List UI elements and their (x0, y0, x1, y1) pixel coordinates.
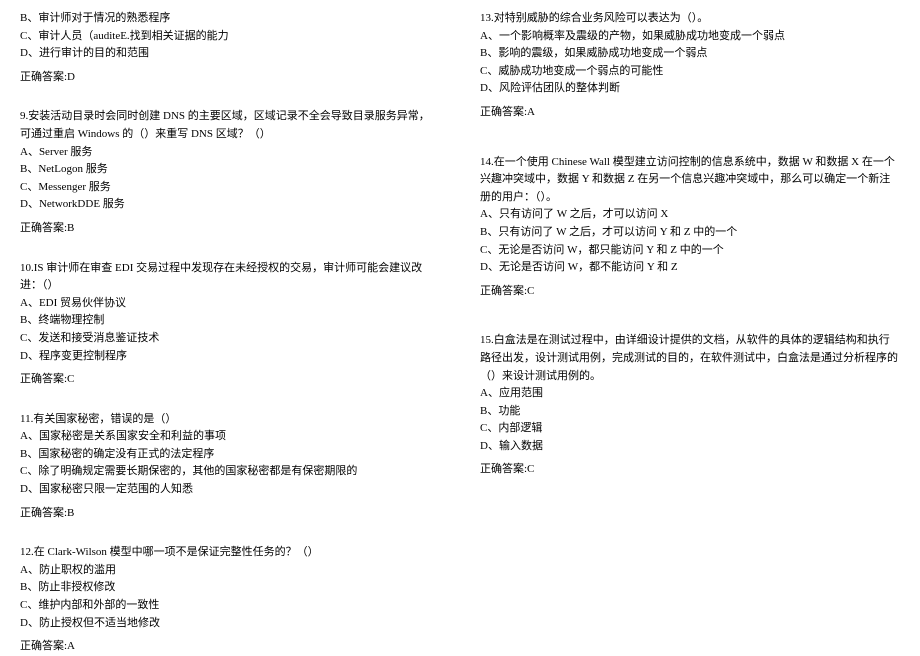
question-text: 12.在 Clark-Wilson 模型中哪一项不是保证完整性任务的？（） (20, 544, 440, 562)
question-text: 15.白盒法是在测试过程中，由详细设计提供的文档，从软件的具体的逻辑结构和执行路… (480, 332, 900, 385)
option-text: C、威胁成功地变成一个弱点的可能性 (480, 63, 900, 81)
answer-text: 正确答案:C (480, 461, 900, 479)
answer-text: 正确答案:B (20, 220, 440, 238)
option-text: A、Server 服务 (20, 144, 440, 162)
question-text: 11.有关国家秘密，错误的是（） (20, 411, 440, 429)
option-text: D、无论是否访问 W，都不能访问 Y 和 Z (480, 259, 900, 277)
option-text: A、一个影响概率及震级的产物，如果威胁成功地变成一个弱点 (480, 28, 900, 46)
option-text: B、防止非授权修改 (20, 579, 440, 597)
answer-text: 正确答案:A (20, 638, 440, 656)
option-text: D、风险评估团队的整体判断 (480, 80, 900, 98)
option-text: A、应用范围 (480, 385, 900, 403)
option-text: B、审计师对于情况的熟悉程序 (20, 10, 440, 28)
option-text: B、只有访问了 W 之后，才可以访问 Y 和 Z 中的一个 (480, 224, 900, 242)
question-text: 13.对特别威胁的综合业务风险可以表达为（）。 (480, 10, 900, 28)
left-column: B、审计师对于情况的熟悉程序 C、审计人员（auditeE.找到相关证据的能力 … (20, 10, 440, 641)
option-text: C、维护内部和外部的一致性 (20, 597, 440, 615)
option-text: D、进行审计的目的和范围 (20, 45, 440, 63)
right-column: 13.对特别威胁的综合业务风险可以表达为（）。 A、一个影响概率及震级的产物，如… (480, 10, 900, 641)
option-text: A、防止职权的滥用 (20, 562, 440, 580)
answer-text: 正确答案:C (480, 283, 900, 301)
option-text: C、内部逻辑 (480, 420, 900, 438)
option-text: B、功能 (480, 403, 900, 421)
answer-text: 正确答案:C (20, 371, 440, 389)
option-text: D、国家秘密只限一定范围的人知悉 (20, 481, 440, 499)
question-text: 10.IS 审计师在审查 EDI 交易过程中发现存在未经授权的交易，审计师可能会… (20, 260, 440, 295)
question-10: 10.IS 审计师在审查 EDI 交易过程中发现存在未经授权的交易，审计师可能会… (20, 260, 440, 389)
question-11: 11.有关国家秘密，错误的是（） A、国家秘密是关系国家安全和利益的事项 B、国… (20, 411, 440, 523)
option-text: B、NetLogon 服务 (20, 161, 440, 179)
option-text: B、国家秘密的确定没有正式的法定程序 (20, 446, 440, 464)
question-12: 12.在 Clark-Wilson 模型中哪一项不是保证完整性任务的？（） A、… (20, 544, 440, 656)
answer-text: 正确答案:A (480, 104, 900, 122)
option-text: C、审计人员（auditeE.找到相关证据的能力 (20, 28, 440, 46)
option-text: D、NetworkDDE 服务 (20, 196, 440, 214)
document-page: B、审计师对于情况的熟悉程序 C、审计人员（auditeE.找到相关证据的能力 … (20, 10, 900, 641)
question-13: 13.对特别威胁的综合业务风险可以表达为（）。 A、一个影响概率及震级的产物，如… (480, 10, 900, 122)
option-text: A、国家秘密是关系国家安全和利益的事项 (20, 428, 440, 446)
option-text: C、Messenger 服务 (20, 179, 440, 197)
option-text: B、影响的震级，如果威胁成功地变成一个弱点 (480, 45, 900, 63)
option-text: C、除了明确规定需要长期保密的，其他的国家秘密都是有保密期限的 (20, 463, 440, 481)
option-text: D、防止授权但不适当地修改 (20, 615, 440, 633)
answer-text: 正确答案:B (20, 505, 440, 523)
option-text: C、发送和接受消息鉴证技术 (20, 330, 440, 348)
answer-text: 正确答案:D (20, 69, 440, 87)
option-text: C、无论是否访问 W，都只能访问 Y 和 Z 中的一个 (480, 242, 900, 260)
question-text: 14.在一个使用 Chinese Wall 模型建立访问控制的信息系统中，数据 … (480, 154, 900, 207)
option-text: D、输入数据 (480, 438, 900, 456)
option-text: D、程序变更控制程序 (20, 348, 440, 366)
question-9: 9.安装活动目录时会同时创建 DNS 的主要区域，区域记录不全会导致目录服务异常… (20, 108, 440, 237)
option-text: A、只有访问了 W 之后，才可以访问 X (480, 206, 900, 224)
question-15: 15.白盒法是在测试过程中，由详细设计提供的文档，从软件的具体的逻辑结构和执行路… (480, 332, 900, 479)
option-text: B、终端物理控制 (20, 312, 440, 330)
question-14: 14.在一个使用 Chinese Wall 模型建立访问控制的信息系统中，数据 … (480, 154, 900, 301)
option-text: A、EDI 贸易伙伴协议 (20, 295, 440, 313)
question-8-partial: B、审计师对于情况的熟悉程序 C、审计人员（auditeE.找到相关证据的能力 … (20, 10, 440, 86)
question-text: 9.安装活动目录时会同时创建 DNS 的主要区域，区域记录不全会导致目录服务异常… (20, 108, 440, 143)
